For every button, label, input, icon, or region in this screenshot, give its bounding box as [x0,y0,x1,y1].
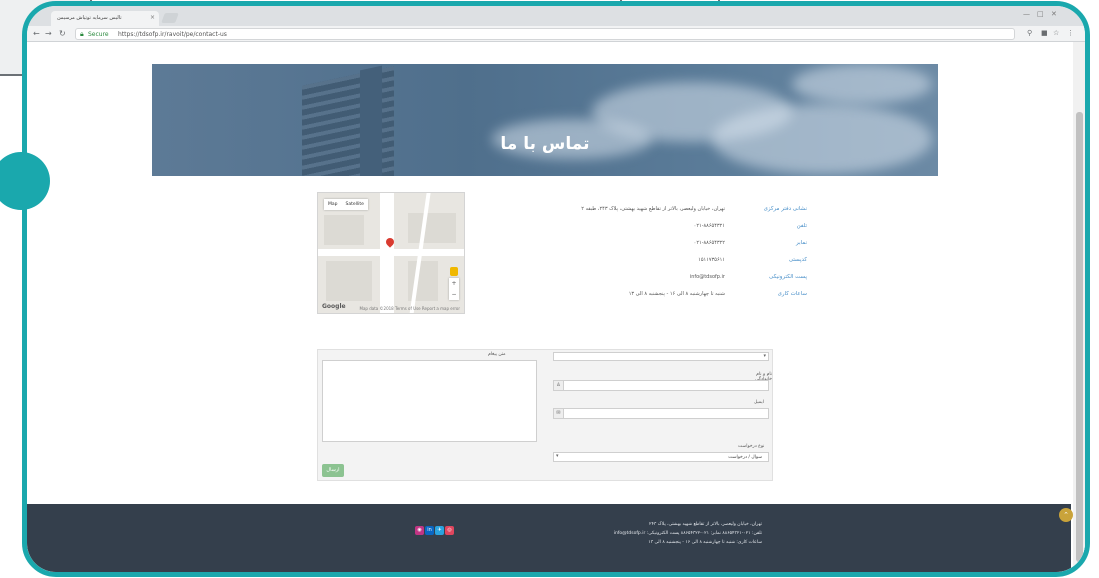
google-logo: Google [322,303,346,310]
email-icon: ✉ [554,409,564,418]
contact-labels: نشانی دفتر مرکزی تلفن نمابر کدپستی پست ا… [735,192,807,322]
window-close-icon[interactable]: ✕ [1051,10,1057,18]
request-type-select[interactable]: سوال / درخواست ▾ [553,452,769,462]
aparat-icon[interactable]: ◎ [445,526,454,535]
label-email[interactable]: پست الکترونیکی [769,274,807,280]
page-title: تماس با ما [500,134,590,154]
send-button[interactable]: ارسال [322,464,344,477]
scrollbar[interactable] [1073,42,1085,572]
instagram-icon[interactable]: ◉ [415,526,424,535]
label-hours[interactable]: ساعات کاری [778,291,807,297]
name-input[interactable]: ♙ [553,380,769,391]
footer-phones: تلفن: ۰۲۱-۸۸۶۵۴۳۲۱ نمابر: ۰۲۱-۸۸۶۵۴۳۲۲ پ… [613,531,762,536]
location-map[interactable]: Map Satellite + − Google Map data ©2018 … [317,192,465,314]
map-zoom-controls: + − [449,278,459,300]
menu-icon[interactable]: ⋮ [1067,29,1074,37]
map-tab-map[interactable]: Map [324,199,342,210]
request-type-value: سوال / درخواست [728,455,762,460]
tab-close-icon[interactable]: × [150,14,155,21]
back-to-top-icon[interactable]: ⌃ [1059,508,1073,522]
forward-icon[interactable]: → [45,29,52,38]
back-icon[interactable]: ← [33,29,40,38]
telegram-icon[interactable]: ✈ [435,526,444,535]
info-postal: ۱۵۱۱۷۳۵۶۱۱ [698,257,725,263]
tab-title: تالیس سرمایه توتیاش مرسیمن [57,15,122,21]
zoom-out-button[interactable]: − [449,289,459,300]
info-phone: ۰۲۱-۸۸۶۵۴۳۲۱ [693,223,725,229]
contact-form: ▾ متن پیغام نام و نام خانوادگی ♙ ایمیل ✉… [317,349,773,481]
zoom-icon[interactable]: ⚲ [1027,29,1032,37]
message-textarea[interactable] [322,360,537,442]
address-bar[interactable]: 🔒︎ Secure https://tdsofp.ir/ravoit/pe/co… [75,28,1015,40]
label-address[interactable]: نشانی دفتر مرکزی [764,206,807,212]
page-stage: تالیس سرمایه توتیاش مرسیمن × — □ ✕ ← → ↻… [0,0,1099,578]
label-postal[interactable]: کدپستی [789,257,807,263]
browser-toolbar: ← → ↻ 🔒︎ Secure https://tdsofp.ir/ravoit… [27,26,1085,42]
copyright-text: کلیه حقوق این وب سایت محفوظ است [516,572,582,577]
minimize-icon[interactable]: — [1023,10,1030,18]
email-input[interactable]: ✉ [553,408,769,419]
reload-icon[interactable]: ↻ [59,29,66,38]
site-footer: ◉ in ✈ ◎ تهران، خیابان ولیعصر، بالاتر از… [27,504,1071,577]
info-hours: شنبه تا چهارشنبه ۸ الی ۱۶ - پنجشنبه ۸ ال… [628,291,725,297]
url-text: https://tdsofp.ir/ravoit/pe/contact-us [118,31,227,38]
hero-banner: تماس با ما [152,64,938,176]
tab-strip: تالیس سرمایه توتیاش مرسیمن × — □ ✕ [27,6,1085,26]
social-icons: ◉ in ✈ ◎ [415,526,454,535]
lock-icon: 🔒︎ [80,30,84,38]
email-label: ایمیل [754,400,764,405]
star-icon[interactable]: ☆ [1053,29,1059,37]
extension-icon[interactable]: ■ [1041,29,1048,37]
new-tab-button[interactable] [161,13,179,23]
browser-tab[interactable]: تالیس سرمایه توتیاش مرسیمن × [51,11,159,26]
footer-contact: تهران، خیابان ولیعصر، بالاتر از تقاطع شه… [572,520,762,547]
browser-window: تالیس سرمایه توتیاش مرسیمن × — □ ✕ ← → ↻… [22,1,1090,577]
contact-values: تهران، خیابان ولیعصر، بالاتر از تقاطع شه… [487,192,725,322]
street-view-icon[interactable] [450,267,458,276]
chevron-down-icon: ▾ [763,353,766,359]
info-fax: ۰۲۱-۸۸۶۵۴۳۲۲ [693,240,725,246]
label-fax[interactable]: نمابر [796,240,807,246]
building-tower-image [360,65,382,176]
footer-hours: ساعات کاری: شنبه تا چهارشنبه ۸ الی ۱۶ - … [648,540,762,545]
map-attribution: Map data ©2018 Terms of Use Report a map… [359,306,460,311]
message-label: متن پیغام [488,352,506,357]
footer-address: تهران، خیابان ولیعصر، بالاتر از تقاطع شه… [649,522,762,527]
scrollbar-thumb[interactable] [1076,112,1083,562]
info-address: تهران، خیابان ولیعصر، بالاتر از تقاطع شه… [581,206,725,212]
page-viewport: تماس با ما Map Satellite + − Google Map … [27,42,1085,577]
user-icon: ♙ [554,381,564,390]
map-type-toggle: Map Satellite [324,199,368,210]
map-tab-satellite[interactable]: Satellite [342,199,368,210]
label-phone[interactable]: تلفن [797,223,807,229]
info-email: info@tdsofp.ir [689,274,725,280]
secure-label: Secure [88,31,109,38]
linkedin-icon[interactable]: in [425,526,434,535]
zoom-in-button[interactable]: + [449,278,459,289]
subject-select[interactable]: ▾ [553,352,769,361]
maximize-icon[interactable]: □ [1037,10,1044,18]
chevron-down-icon: ▾ [556,453,559,459]
type-label: نوع درخواست [738,444,765,449]
